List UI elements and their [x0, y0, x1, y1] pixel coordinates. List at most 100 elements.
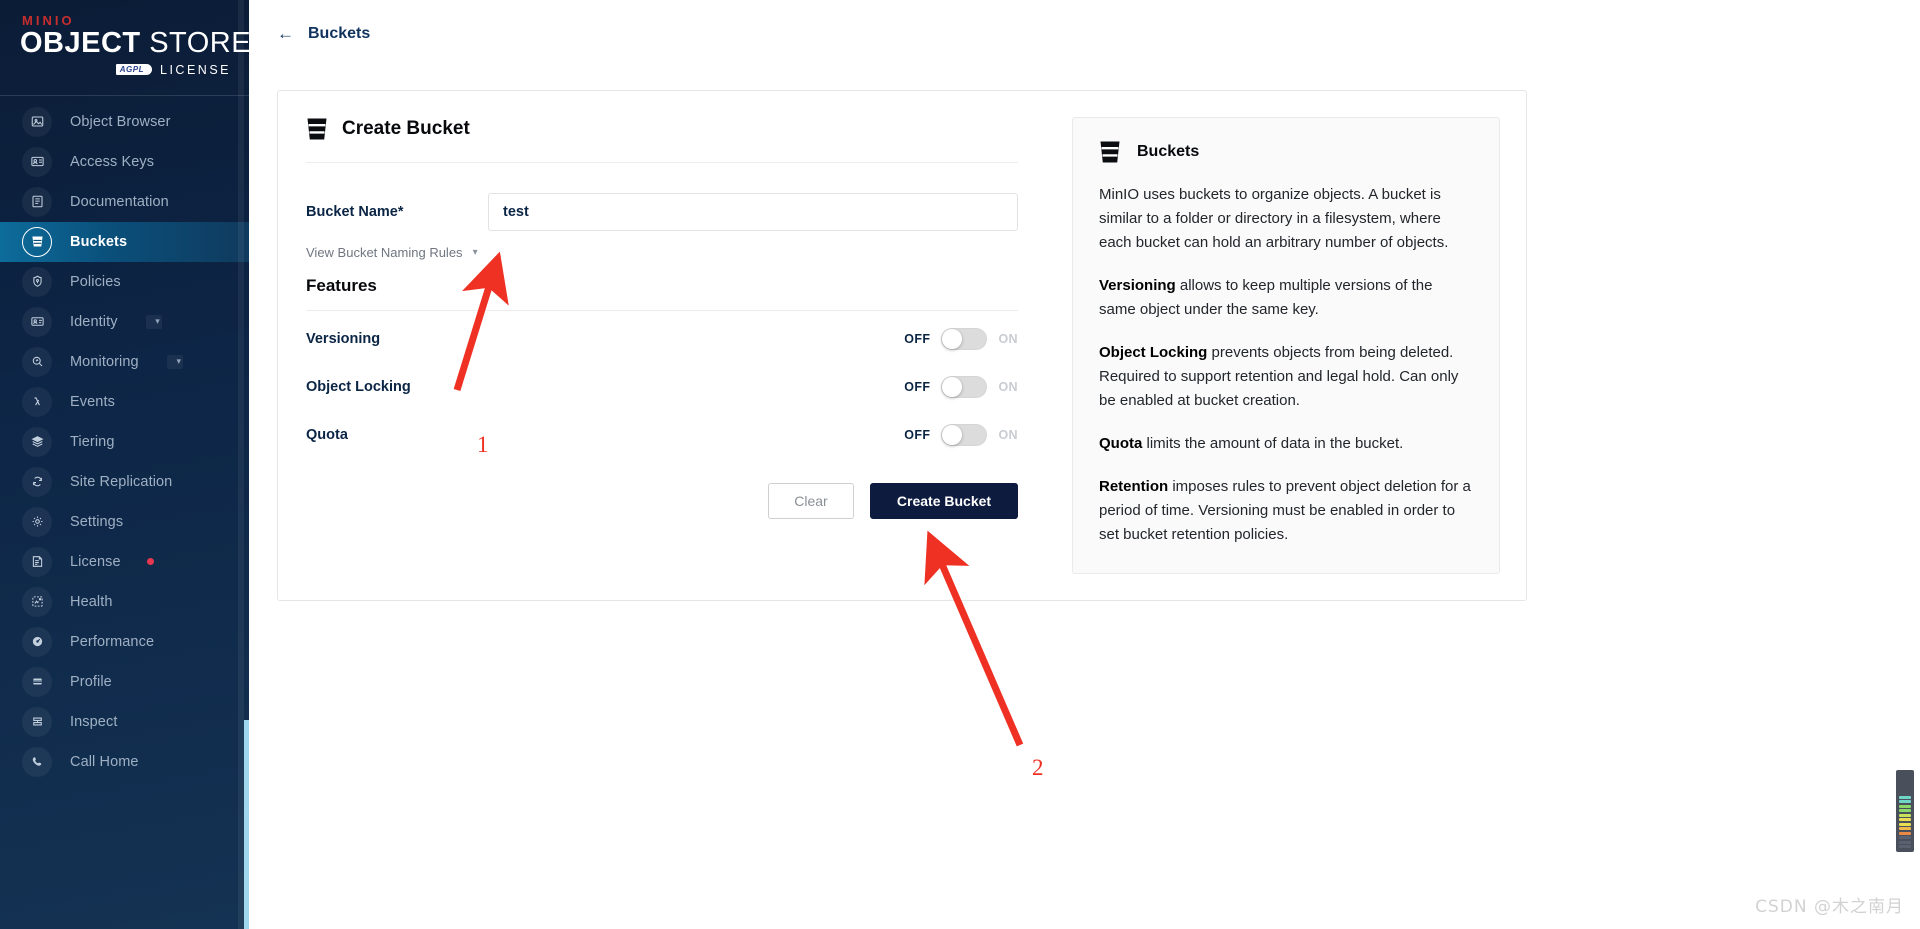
info-paragraph-object-locking: Object Locking prevents objects from bei…: [1099, 341, 1473, 413]
feature-row-quota: Quota OFF ON: [306, 415, 1018, 455]
eq-bar: [1899, 804, 1911, 808]
magnifier-icon: [22, 346, 52, 377]
back-arrow-icon: ←: [277, 24, 294, 43]
form-title: Create Bucket: [342, 118, 470, 139]
bucket-name-label: Bucket Name*: [306, 204, 404, 220]
eq-bar: [1899, 813, 1911, 817]
eq-bar: [1899, 795, 1911, 799]
sidebar-item-identity[interactable]: Identity ▾: [0, 302, 249, 342]
toggle-on-label: ON: [998, 332, 1018, 346]
sidebar-item-label: Settings: [70, 513, 124, 530]
feature-label: Object Locking: [306, 379, 411, 395]
info-header: Buckets: [1099, 140, 1473, 164]
license-alert-dot-icon: [146, 558, 154, 566]
view-bucket-naming-rules-toggle[interactable]: View Bucket Naming Rules ▾: [306, 245, 1018, 260]
bucket-icon: [306, 117, 328, 141]
csdn-watermark: CSDN @木之南月: [1755, 897, 1904, 917]
sidebar-item-monitoring[interactable]: Monitoring ▾: [0, 342, 249, 382]
eq-bar: [1899, 822, 1911, 826]
feature-label: Versioning: [306, 331, 381, 347]
sidebar-item-call-home[interactable]: Call Home: [0, 742, 249, 782]
sidebar-item-label: Monitoring: [70, 353, 139, 370]
sidebar-item-label: Object Browser: [70, 113, 171, 130]
toggle-off-label: OFF: [904, 428, 931, 442]
sidebar-item-label: Events: [70, 393, 115, 410]
toggle-on-label: ON: [998, 428, 1018, 442]
features-divider: [306, 310, 1018, 311]
toggle-knob: [942, 425, 963, 445]
versioning-toggle-group: OFF ON: [904, 328, 1018, 350]
sidebar-item-label: Profile: [70, 673, 112, 690]
sidebar-item-performance[interactable]: Performance: [0, 622, 249, 662]
inspect-icon: [22, 706, 52, 737]
versioning-toggle[interactable]: [941, 328, 988, 350]
clear-button[interactable]: Clear: [768, 483, 854, 519]
info-paragraph-retention: Retention imposes rules to prevent objec…: [1099, 475, 1473, 547]
sidebar-item-label: Policies: [70, 273, 121, 290]
sidebar-item-label: Documentation: [70, 193, 169, 210]
sidebar-item-object-browser[interactable]: Object Browser: [0, 102, 249, 142]
sidebar-item-label: Access Keys: [70, 153, 155, 170]
toggle-knob: [942, 377, 963, 397]
breadcrumb-back-to-buckets[interactable]: ← Buckets: [277, 24, 370, 44]
sidebar-item-policies[interactable]: Policies: [0, 262, 249, 302]
chevron-down-icon[interactable]: ▾: [145, 314, 162, 329]
info-lead: Object Locking: [1099, 344, 1208, 361]
naming-rules-label: View Bucket Naming Rules: [306, 245, 463, 260]
sidebar-item-settings[interactable]: Settings: [0, 502, 249, 542]
eq-bar: [1899, 840, 1911, 844]
quota-toggle[interactable]: [941, 424, 988, 446]
brand-store-word: STORE: [149, 27, 249, 60]
sidebar-item-inspect[interactable]: Inspect: [0, 702, 249, 742]
sidebar-item-buckets[interactable]: Buckets: [0, 221, 249, 262]
sidebar-nav: Object Browser Access Keys Documentation…: [0, 96, 249, 782]
create-bucket-panel: Create Bucket Bucket Name* View Bucket N…: [277, 90, 1527, 601]
info-text: limits the amount of data in the bucket.: [1142, 435, 1404, 452]
object-locking-toggle[interactable]: [941, 376, 988, 398]
sidebar-item-label: Health: [70, 593, 113, 610]
info-lead: Quota: [1099, 435, 1143, 452]
shield-lock-icon: [22, 266, 52, 297]
sidebar-item-label: Identity: [70, 313, 118, 330]
form-header: Create Bucket: [306, 117, 1018, 141]
phone-icon: [22, 746, 52, 777]
identity-card-icon: [22, 306, 52, 337]
toggle-knob: [942, 329, 963, 349]
brand-logo: MINIO OBJECT STORE AGPL LICENSE: [0, 0, 249, 93]
feature-row-versioning: Versioning OFF ON: [306, 319, 1018, 359]
sidebar-item-health[interactable]: Health: [0, 582, 249, 622]
form-divider: [306, 162, 1018, 163]
info-title: Buckets: [1137, 143, 1200, 160]
sidebar-item-events[interactable]: Events: [0, 382, 249, 422]
chevron-down-icon[interactable]: ▾: [166, 354, 183, 369]
equalizer-widget[interactable]: [1896, 770, 1914, 852]
bucket-icon: [22, 226, 52, 257]
lambda-icon: [22, 386, 52, 417]
create-bucket-button[interactable]: Create Bucket: [870, 483, 1018, 519]
bucket-name-input[interactable]: [488, 193, 1018, 231]
eq-bar: [1899, 809, 1911, 812]
sidebar-item-tiering[interactable]: Tiering: [0, 422, 249, 462]
eq-bar: [1899, 818, 1911, 821]
sidebar-item-license[interactable]: License: [0, 542, 249, 582]
bucket-name-row: Bucket Name*: [306, 193, 1018, 231]
sidebar-item-site-replication[interactable]: Site Replication: [0, 462, 249, 502]
sidebar-item-documentation[interactable]: Documentation: [0, 182, 249, 222]
sidebar-item-label: Site Replication: [70, 473, 173, 490]
eq-bar: [1899, 827, 1911, 830]
profile-icon: [22, 666, 52, 697]
eq-bar: [1899, 831, 1911, 835]
sidebar-item-access-keys[interactable]: Access Keys: [0, 142, 249, 182]
sidebar-item-label: License: [70, 553, 121, 570]
diagnostics-icon: [22, 586, 52, 617]
sidebar-item-label: Buckets: [70, 233, 128, 250]
agpl-badge: AGPL: [115, 64, 152, 76]
quota-toggle-group: OFF ON: [904, 424, 1018, 446]
license-word: LICENSE: [160, 62, 231, 77]
sidebar-item-label: Tiering: [70, 433, 115, 450]
info-paragraph-intro: MinIO uses buckets to organize objects. …: [1099, 183, 1473, 255]
info-paragraph-versioning: Versioning allows to keep multiple versi…: [1099, 274, 1473, 322]
app-root: MINIO OBJECT STORE AGPL LICENSE Object B…: [0, 0, 1920, 929]
sidebar-item-profile[interactable]: Profile: [0, 662, 249, 702]
toggle-off-label: OFF: [904, 380, 931, 394]
